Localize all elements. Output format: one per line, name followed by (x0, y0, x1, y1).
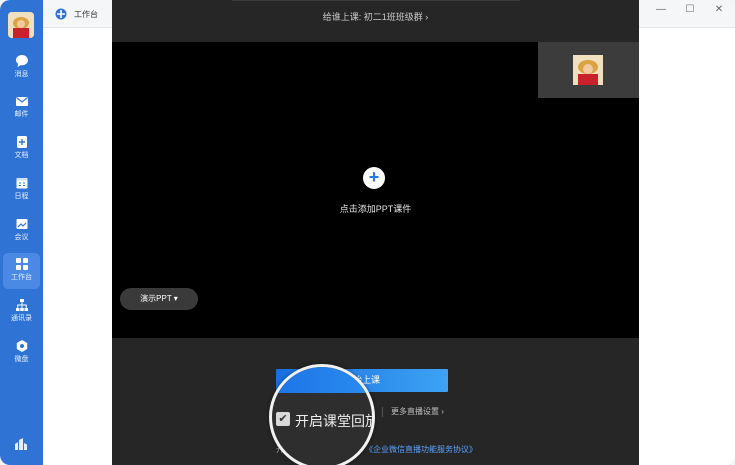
chat-bubble-icon (15, 55, 28, 67)
maximize-icon[interactable]: ☐ (684, 4, 696, 15)
sidebar-item-label: 日程 (14, 193, 29, 200)
presentation-stage: + 点击添加PPT课件 演示PPT ▾ (112, 42, 639, 338)
sidebar-item-drive[interactable]: 微盘 (3, 335, 40, 371)
tab-workbench[interactable]: 工作台 (55, 7, 98, 21)
header-divider (232, 0, 520, 1)
sidebar-item-label: 消息 (14, 71, 29, 78)
dialog-header: 给谁上课: 初二1班班级群 › (112, 0, 639, 42)
window-controls: — ☐ ✕ (655, 4, 725, 15)
more-apps-icon[interactable] (14, 437, 28, 451)
camera-avatar-image (573, 55, 603, 85)
sidebar-item-messages[interactable]: 消息 (3, 50, 40, 86)
meeting-icon (16, 219, 27, 229)
zoom-magnifier: ✔ 开启课堂回放 (269, 364, 375, 465)
sidebar: 消息 邮件 文档 日程 会议 工作台 通讯录 微盘 (0, 0, 43, 465)
sidebar-item-workbench[interactable]: 工作台 (3, 253, 40, 289)
settings-divider (382, 407, 383, 417)
mail-icon (15, 97, 28, 106)
live-class-dialog: 给谁上课: 初二1班班级群 › + 点击添加PPT课件 演示PPT ▾ 开始上课… (112, 0, 639, 465)
more-live-settings-link[interactable]: 更多直播设置 › (391, 406, 444, 417)
tab-label: 工作台 (74, 9, 98, 19)
document-icon (16, 136, 27, 148)
sidebar-item-meeting[interactable]: 会议 (3, 213, 40, 249)
class-target-selector[interactable]: 给谁上课: 初二1班班级群 › (112, 10, 639, 23)
workbench-logo-icon (55, 8, 67, 20)
add-ppt-label: 点击添加PPT课件 (339, 204, 412, 214)
sidebar-item-docs[interactable]: 文档 (3, 131, 40, 167)
sidebar-item-contacts[interactable]: 通讯录 (3, 294, 40, 330)
sidebar-item-label: 微盘 (14, 356, 29, 363)
close-icon[interactable]: ✕ (713, 4, 725, 15)
magnified-start-button (272, 367, 372, 393)
sidebar-item-label: 会议 (14, 234, 29, 241)
camera-preview[interactable] (538, 42, 639, 98)
sidebar-item-label: 通讯录 (11, 315, 32, 322)
checkmark-icon: ✔ (278, 413, 288, 425)
add-ppt-button[interactable]: + (363, 167, 385, 189)
sidebar-item-mail[interactable]: 邮件 (3, 90, 40, 126)
sidebar-item-label: 文档 (14, 152, 29, 159)
calendar-icon (16, 178, 27, 189)
grid-icon (15, 258, 28, 270)
minimize-icon[interactable]: — (655, 4, 667, 15)
cloud-drive-icon (16, 340, 27, 352)
replay-checkbox-label: 开启课堂回放 (295, 413, 375, 429)
app-window: 消息 邮件 文档 日程 会议 工作台 通讯录 微盘 工作台 — ☐ ✕ 给谁上课… (0, 0, 735, 465)
plus-icon: + (368, 167, 380, 187)
sidebar-item-label: 邮件 (14, 111, 29, 118)
dialog-footer: 开始上课 更多直播设置 › 开 《企业微信直播功能服务协议》 (112, 338, 639, 465)
avatar-image (8, 12, 34, 38)
present-ppt-dropdown[interactable]: 演示PPT ▾ (120, 288, 198, 310)
sidebar-item-label: 工作台 (11, 274, 32, 281)
org-chart-icon (15, 299, 28, 311)
sidebar-item-calendar[interactable]: 日程 (3, 172, 40, 208)
avatar[interactable] (8, 12, 34, 38)
replay-checkbox[interactable]: ✔ (276, 412, 290, 426)
agreement-link[interactable]: 《企业微信直播功能服务协议》 (365, 444, 477, 455)
